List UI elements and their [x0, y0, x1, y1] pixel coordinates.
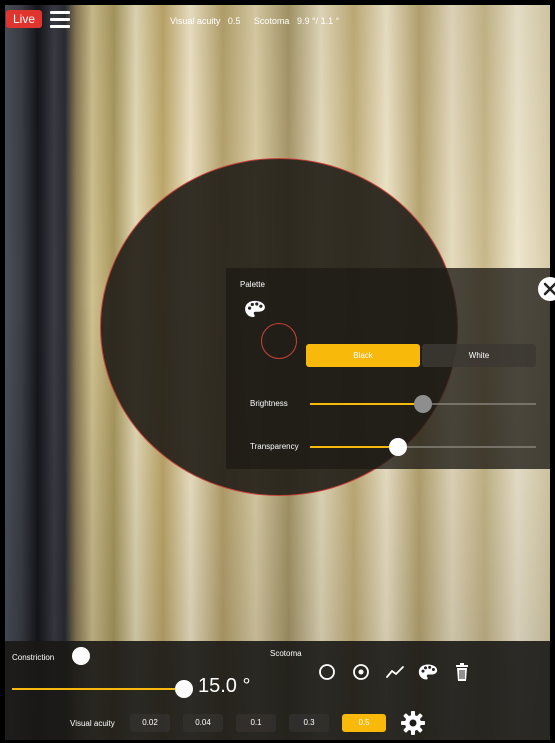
transparency-label: Transparency [250, 442, 299, 451]
live-badge[interactable]: Live [6, 10, 42, 28]
acuity-option[interactable]: 0.02 [130, 714, 170, 732]
close-icon [543, 282, 555, 296]
trash-icon[interactable] [452, 662, 472, 682]
acuity-option[interactable]: 0.1 [236, 714, 276, 732]
acuity-option-selected[interactable]: 0.5 [342, 714, 386, 732]
gear-icon[interactable] [400, 710, 426, 736]
color-selector: Black White [306, 344, 536, 367]
circle-icon[interactable] [317, 662, 337, 682]
white-option[interactable]: White [422, 344, 536, 367]
constriction-toggle[interactable] [72, 647, 90, 665]
palette-panel: Palette Black White Brightness Transpare… [226, 268, 550, 469]
constriction-label: Constriction [12, 653, 55, 662]
palette-tool-icon[interactable] [418, 662, 438, 682]
scotoma-label: Scotoma [253, 16, 290, 26]
acuity-label: Visual acuity [170, 16, 221, 26]
palette-title: Palette [240, 280, 265, 289]
size-knob[interactable] [174, 680, 193, 698]
close-button[interactable] [538, 277, 555, 301]
transparency-knob[interactable] [389, 438, 408, 456]
brightness-label: Brightness [250, 399, 288, 408]
target-icon[interactable] [351, 662, 371, 682]
brightness-fill [310, 403, 423, 405]
top-status: Visual acuity 0.5 Scotoma 9.9 °/ 1.1 ° [170, 16, 344, 26]
scotoma-value: 9.9 °/ 1.1 ° [296, 16, 340, 26]
trend-icon[interactable] [385, 662, 405, 682]
scotoma-section-label: Scotoma [270, 649, 302, 658]
acuity-option[interactable]: 0.04 [183, 714, 223, 732]
acuity-row-label: Visual acuity [70, 719, 115, 728]
color-preview [261, 323, 297, 359]
palette-icon [245, 300, 265, 318]
size-fill [12, 688, 184, 690]
size-value: 15.0 ° [198, 675, 251, 697]
transparency-fill [310, 446, 399, 448]
black-option[interactable]: Black [306, 344, 420, 367]
acuity-value: 0.5 [227, 16, 241, 26]
menu-icon[interactable] [50, 9, 70, 29]
brightness-knob[interactable] [414, 395, 432, 413]
acuity-option[interactable]: 0.3 [289, 714, 329, 732]
